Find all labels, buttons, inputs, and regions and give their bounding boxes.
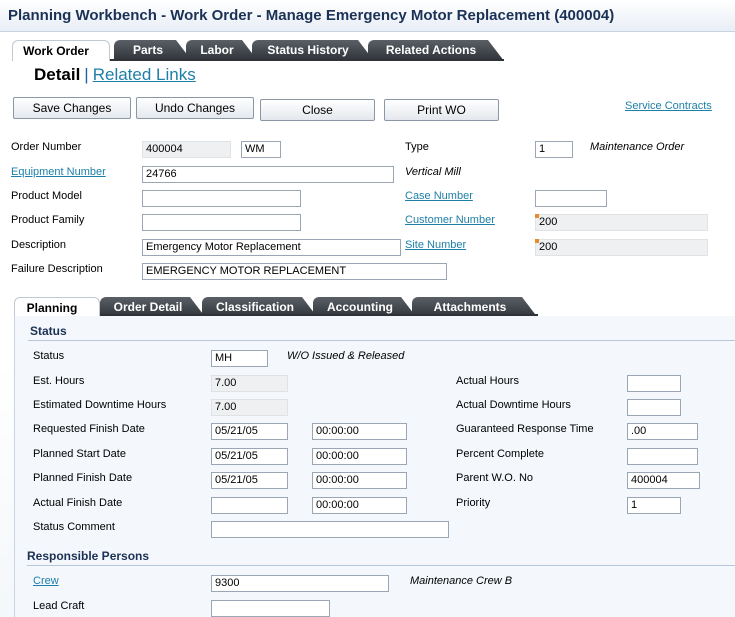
est-hours-value: 7.00 — [211, 375, 288, 392]
print-wo-button[interactable]: Print WO — [384, 99, 499, 121]
est-downtime-value: 7.00 — [211, 399, 288, 416]
type-label: Type — [405, 141, 429, 153]
detail-heading: Detail — [34, 65, 81, 84]
planned-start-time-field[interactable]: 00:00:00 — [312, 448, 407, 465]
status-section-divider — [28, 340, 735, 341]
equipment-description: Vertical Mill — [405, 166, 461, 178]
equipment-number-link[interactable]: Equipment Number — [11, 166, 106, 178]
order-number-label: Order Number — [11, 141, 82, 153]
order-number-value: 400004 — [142, 141, 231, 158]
requested-finish-time-field[interactable]: 00:00:00 — [312, 423, 407, 440]
site-number-link[interactable]: Site Number — [405, 239, 466, 251]
order-type-field[interactable]: WM — [241, 141, 281, 158]
guaranteed-response-label: Guaranteed Response Time — [456, 423, 594, 435]
parent-wo-field[interactable]: 400004 — [627, 472, 700, 489]
planned-finish-time-field[interactable]: 00:00:00 — [312, 472, 407, 489]
failure-description-label: Failure Description — [11, 263, 103, 275]
crew-field[interactable]: 9300 — [211, 575, 389, 592]
status-description: W/O Issued & Released — [287, 350, 405, 362]
est-downtime-label: Estimated Downtime Hours — [33, 399, 167, 411]
lead-craft-label: Lead Craft — [33, 600, 85, 612]
tab-status-history[interactable]: Status History — [252, 40, 374, 61]
parent-wo-label: Parent W.O. No — [456, 472, 534, 484]
percent-complete-field[interactable] — [627, 448, 698, 465]
lead-craft-field[interactable] — [211, 600, 330, 617]
customer-number-value: 200 — [535, 214, 708, 231]
product-family-label: Product Family — [11, 214, 85, 226]
tab-labor[interactable]: Labor — [186, 40, 258, 61]
product-model-label: Product Model — [11, 190, 82, 202]
requested-finish-label: Requested Finish Date — [33, 423, 145, 435]
actual-finish-label: Actual Finish Date — [33, 497, 123, 509]
customer-number-link[interactable]: Customer Number — [405, 214, 495, 226]
responsible-persons-title: Responsible Persons — [27, 549, 150, 563]
guaranteed-response-field[interactable]: .00 — [627, 423, 698, 440]
equipment-number-field[interactable]: 24766 — [142, 166, 394, 183]
service-contracts-link[interactable]: Service Contracts — [625, 100, 712, 112]
responsible-section-divider — [27, 565, 735, 566]
save-changes-button[interactable]: Save Changes — [13, 97, 131, 119]
actual-downtime-label: Actual Downtime Hours — [456, 399, 571, 411]
percent-complete-label: Percent Complete — [456, 448, 545, 460]
tab-parts[interactable]: Parts — [114, 40, 192, 61]
priority-label: Priority — [456, 497, 491, 509]
product-family-field[interactable] — [142, 214, 301, 231]
est-hours-label: Est. Hours — [33, 375, 85, 387]
requested-finish-date-field[interactable]: 05/21/05 — [211, 423, 288, 440]
undo-changes-button[interactable]: Undo Changes — [136, 97, 254, 119]
planned-start-label: Planned Start Date — [33, 448, 126, 460]
status-section-title: Status — [30, 324, 67, 338]
status-comment-field[interactable] — [211, 521, 449, 538]
actual-hours-label: Actual Hours — [456, 375, 519, 387]
tab-planning[interactable]: Planning — [14, 297, 100, 318]
type-field[interactable]: 1 — [535, 141, 573, 158]
priority-field[interactable]: 1 — [627, 497, 681, 514]
product-model-field[interactable] — [142, 190, 301, 207]
site-number-value: 200 — [535, 239, 708, 256]
actual-finish-date-field[interactable] — [211, 497, 288, 514]
type-description: Maintenance Order — [590, 141, 685, 153]
close-button[interactable]: Close — [260, 99, 375, 121]
description-field[interactable]: Emergency Motor Replacement — [142, 239, 401, 256]
crew-description: Maintenance Crew B — [410, 575, 513, 587]
status-comment-label: Status Comment — [33, 521, 115, 533]
tab-related-actions[interactable]: Related Actions — [368, 40, 504, 61]
planned-finish-date-field[interactable]: 05/21/05 — [211, 472, 288, 489]
case-number-field[interactable] — [535, 190, 607, 207]
actual-downtime-field[interactable] — [627, 399, 681, 416]
related-links-link[interactable]: Related Links — [93, 65, 196, 84]
page-subtitle: Detail | Related Links — [34, 65, 196, 85]
description-label: Description — [11, 239, 67, 251]
planned-start-date-field[interactable]: 05/21/05 — [211, 448, 288, 465]
status-field[interactable]: MH — [211, 350, 268, 367]
crew-link[interactable]: Crew — [33, 575, 59, 587]
failure-description-field[interactable]: EMERGENCY MOTOR REPLACEMENT — [142, 263, 447, 280]
tab-work-order[interactable]: Work Order — [12, 40, 110, 61]
case-number-link[interactable]: Case Number — [405, 190, 473, 202]
actual-hours-field[interactable] — [627, 375, 681, 392]
tab-baseline — [110, 59, 504, 61]
window-title: Planning Workbench - Work Order - Manage… — [8, 7, 615, 24]
actual-finish-time-field[interactable]: 00:00:00 — [312, 497, 407, 514]
status-label: Status — [33, 350, 65, 362]
heading-separator: | — [84, 65, 89, 84]
planned-finish-label: Planned Finish Date — [33, 472, 133, 484]
